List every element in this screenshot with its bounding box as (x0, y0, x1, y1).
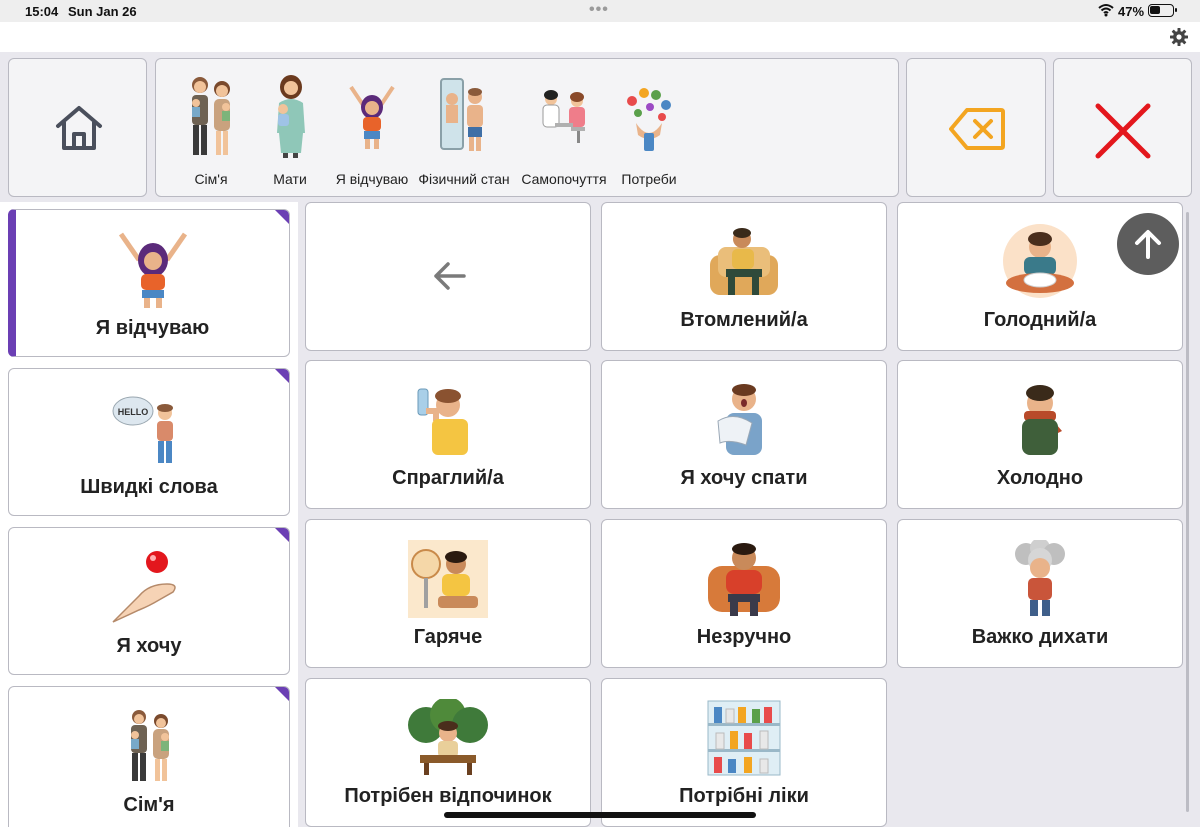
symbol-tile-uncomfortable[interactable]: Незручно (601, 519, 887, 668)
svg-text:HELLO: HELLO (118, 407, 149, 417)
quick-words-icon: HELLO (112, 396, 173, 463)
wifi-icon (1098, 4, 1114, 17)
symbol-label: Холодно (996, 467, 1084, 489)
symbol-label: Потрібні ліки (679, 785, 809, 807)
cold-icon (1022, 385, 1062, 455)
wellbeing-icon (542, 90, 585, 143)
battery-icon (1148, 4, 1177, 17)
scrollbar[interactable] (1186, 212, 1189, 812)
symbol-label: Спраглий/а (392, 467, 504, 489)
back-tile[interactable] (305, 202, 591, 351)
category-bar: Сім'я Мати Я відчуваю Фізичний стан Само… (155, 58, 899, 197)
sidebar-item-label: Швидкі слова (80, 476, 218, 498)
symbol-tile-cold[interactable]: Холодно (897, 360, 1183, 509)
backspace-button[interactable] (906, 58, 1046, 197)
sidebar-item-i-feel[interactable]: Я відчуваю (8, 209, 290, 357)
folder-corner-icon (275, 369, 289, 383)
close-icon (1095, 103, 1151, 159)
status-time: 15:04 (25, 4, 59, 19)
symbol-label: Гаряче (413, 626, 483, 648)
i-feel-icon (118, 232, 187, 308)
symbol-tile-hard-to-breathe[interactable]: Важко дихати (897, 519, 1183, 668)
symbol-tile-need-medicine[interactable]: Потрібні ліки (601, 678, 887, 827)
category-label: Мати (273, 171, 307, 187)
category-wellbeing[interactable]: Самопочуття (514, 59, 614, 198)
physical-state-icon (440, 78, 483, 151)
needs-icon (627, 88, 671, 151)
symbol-label: Голодний/а (983, 309, 1097, 331)
folder-corner-icon (275, 210, 289, 224)
hungry-icon (1003, 224, 1077, 298)
top-bar (0, 22, 1200, 52)
category-mother[interactable]: Мати (260, 59, 320, 198)
arrow-up-icon (1135, 230, 1161, 259)
home-icon (56, 106, 102, 150)
symbol-label: Я хочу спати (680, 467, 808, 489)
symbol-label: Важко дихати (971, 626, 1109, 648)
family-icon (131, 710, 169, 781)
thirsty-icon (417, 388, 468, 455)
sleepy-icon (717, 384, 762, 455)
toolbar: Сім'я Мати Я відчуваю Фізичний стан Само… (0, 52, 1200, 202)
mother-icon (277, 75, 305, 158)
folder-corner-icon (275, 687, 289, 701)
category-label: Я відчуваю (335, 171, 409, 187)
battery-percentage: 47% (1118, 4, 1145, 19)
sidebar-item-label: Я відчуваю (95, 317, 210, 339)
sidebar-item-i-want[interactable]: Я хочу (8, 527, 290, 675)
clear-button[interactable] (1053, 58, 1192, 197)
home-indicator[interactable] (444, 812, 756, 818)
sidebar-item-label: Сім'я (123, 794, 175, 816)
status-bar: 15:04 Sun Jan 26 ••• 47% (0, 0, 1200, 22)
sidebar-item-family[interactable]: Сім'я (8, 686, 290, 827)
category-label: Сім'я (194, 171, 228, 187)
sidebar: Я відчуваю HELLO Швидкі слова Я хочу Сім… (0, 202, 298, 827)
symbol-label: Потрібен відпочинок (344, 785, 552, 807)
back-arrow-icon (434, 262, 466, 290)
i-want-icon (112, 551, 176, 623)
hot-icon (408, 540, 488, 618)
tired-icon (710, 228, 778, 295)
status-date: Sun Jan 26 (68, 4, 137, 19)
category-label: Потреби (621, 171, 677, 187)
category-label: Самопочуття (521, 171, 607, 187)
gear-icon[interactable] (1169, 27, 1189, 47)
symbol-label: Втомлений/а (680, 309, 808, 331)
home-button[interactable] (8, 58, 147, 197)
need-medicine-icon (707, 700, 781, 776)
symbol-tile-thirsty[interactable]: Спраглий/а (305, 360, 591, 509)
folder-corner-icon (275, 528, 289, 542)
category-i-feel[interactable]: Я відчуваю (330, 59, 414, 198)
category-physical-state[interactable]: Фізичний стан (414, 59, 514, 198)
category-label: Фізичний стан (418, 171, 510, 187)
need-rest-icon (408, 699, 488, 775)
symbol-label: Незручно (696, 626, 792, 648)
symbol-tile-tired[interactable]: Втомлений/а (601, 202, 887, 351)
backspace-icon (949, 108, 1005, 150)
uncomfortable-icon (708, 543, 780, 616)
symbol-grid: Втомлений/а Голодний/а Спраглий/а Я хочу… (298, 202, 1200, 827)
family-icon (192, 77, 230, 155)
symbol-tile-need-rest[interactable]: Потрібен відпочинок (305, 678, 591, 827)
category-needs[interactable]: Потреби (614, 59, 684, 198)
category-family[interactable]: Сім'я (172, 59, 250, 198)
symbol-tile-hot[interactable]: Гаряче (305, 519, 591, 668)
sidebar-item-quick-words[interactable]: HELLO Швидкі слова (8, 368, 290, 516)
hard-to-breathe-icon (1015, 540, 1065, 616)
multitasking-dots-icon[interactable]: ••• (589, 1, 609, 19)
scroll-up-button[interactable] (1117, 213, 1179, 275)
sidebar-item-label: Я хочу (116, 635, 182, 657)
symbol-tile-sleepy[interactable]: Я хочу спати (601, 360, 887, 509)
i-feel-icon (349, 85, 395, 149)
